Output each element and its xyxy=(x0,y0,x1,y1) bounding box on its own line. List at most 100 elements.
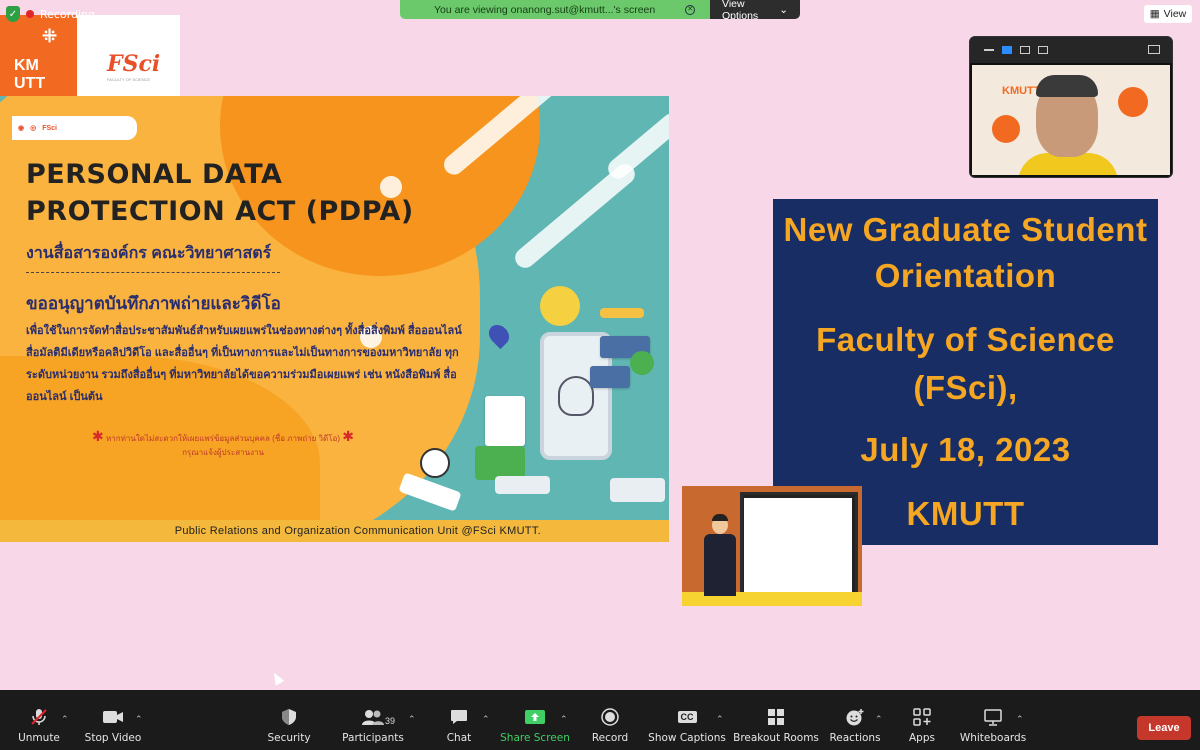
video-panel-toolbar xyxy=(970,37,1172,63)
id-card-icon xyxy=(495,476,550,494)
security-button[interactable]: Security xyxy=(264,690,314,750)
recording-dot-icon xyxy=(26,10,34,18)
presenter-illustration xyxy=(682,486,862,606)
reactions-button[interactable]: Reactions xyxy=(829,690,881,750)
fsci-logo: FSci FACULTY OF SCIENCE xyxy=(77,15,180,96)
show-captions-button[interactable]: CC Show Captions xyxy=(648,690,726,750)
apps-label: Apps xyxy=(909,732,935,744)
reactions-label: Reactions xyxy=(829,732,881,744)
stop-video-label: Stop Video xyxy=(84,732,142,744)
participant-video-feed: KMUTT xyxy=(972,65,1170,175)
expand-icon[interactable] xyxy=(1148,45,1160,54)
thumbnail-view-icon[interactable] xyxy=(1020,46,1030,54)
record-label: Record xyxy=(591,732,629,744)
chevron-up-icon[interactable]: ⌃ xyxy=(1016,714,1024,725)
breakout-rooms-button[interactable]: Breakout Rooms xyxy=(733,690,819,750)
decor-stripe xyxy=(604,109,669,183)
orientation-line2: Orientation xyxy=(874,257,1057,294)
stop-video-button[interactable]: Stop Video xyxy=(84,690,142,750)
document-illustration-icon xyxy=(590,366,630,388)
banner-close-icon[interactable]: ✕ xyxy=(685,4,696,15)
presenter-hair-icon xyxy=(712,514,728,521)
orientation-line1: New Graduate Student xyxy=(783,211,1148,248)
chevron-up-icon[interactable]: ⌃ xyxy=(61,714,69,725)
pdpa-heading: ขออนุญาตบันทึกภาพถ่ายและวิดีโอ xyxy=(26,294,281,313)
viewing-banner: You are viewing onanong.sut@kmutt...'s s… xyxy=(400,0,800,19)
view-options-label: View Options xyxy=(722,0,759,19)
leave-label: Leave xyxy=(1148,722,1180,734)
recording-indicator: ✓ Recording xyxy=(6,5,95,23)
asterisk-icon: ✱ xyxy=(92,428,104,444)
cartoon-character-icon xyxy=(420,448,450,478)
asterisk-icon: ✱ xyxy=(342,428,354,444)
university-seal-icon: ◉ xyxy=(18,125,25,132)
video-camera-icon xyxy=(102,708,124,726)
smiley-plus-icon xyxy=(844,708,866,726)
speaker-view-icon[interactable] xyxy=(1002,46,1012,54)
security-label: Security xyxy=(267,732,311,744)
whiteboards-label: Whiteboards xyxy=(959,732,1027,744)
folder-illustration-icon xyxy=(475,446,525,480)
chevron-up-icon[interactable]: ⌃ xyxy=(408,714,416,725)
apps-icon xyxy=(911,708,933,726)
captions-icon: CC xyxy=(676,708,698,726)
viewing-message: You are viewing onanong.sut@kmutt...'s s… xyxy=(400,0,710,19)
participant-hair xyxy=(1036,75,1098,97)
kmutt-logo: ⁜ KM UTT xyxy=(0,15,77,96)
minimize-icon[interactable] xyxy=(984,49,994,51)
fsci-logo-subtext: FACULTY OF SCIENCE xyxy=(107,77,151,82)
record-button[interactable]: Record xyxy=(590,690,630,750)
view-options-button[interactable]: View Options ⌄ xyxy=(710,0,800,19)
participants-label: Participants xyxy=(342,732,404,744)
background-circle xyxy=(992,115,1020,143)
chevron-up-icon[interactable]: ⌃ xyxy=(135,714,143,725)
chevron-up-icon[interactable]: ⌃ xyxy=(560,714,568,725)
record-icon xyxy=(599,708,621,726)
unmute-button[interactable]: Unmute xyxy=(14,690,64,750)
kmutt-plus-icon: ⁜ xyxy=(42,26,58,46)
whiteboard-icon xyxy=(982,708,1004,726)
document-illustration-icon xyxy=(485,396,525,446)
kmutt-logo-line1: KM xyxy=(14,57,39,74)
pdpa-subtitle: งานสื่อสารองค์กร คณะวิทยาศาสตร์ xyxy=(26,241,280,273)
mouse-cursor-icon xyxy=(269,670,285,686)
anniversary-icon: ◎ xyxy=(30,125,37,132)
shared-screen: ✓ Recording You are viewing onanong.sut@… xyxy=(0,0,1200,690)
apps-button[interactable]: Apps xyxy=(904,690,940,750)
gallery-view-icon[interactable] xyxy=(1038,46,1048,54)
pdpa-title-line2: PROTECTION ACT (PDPA) xyxy=(26,196,414,227)
chat-label: Chat xyxy=(446,732,472,744)
pdpa-title: PERSONAL DATA PROTECTION ACT (PDPA) xyxy=(26,156,414,230)
pdpa-note-line2: กรุณาแจ้งผู้ประสานงาน xyxy=(182,448,264,457)
pdpa-slide-logos: ◉ ◎ FSci xyxy=(12,116,137,140)
view-button[interactable]: ▦ View xyxy=(1144,5,1192,23)
chat-button[interactable]: Chat xyxy=(440,690,478,750)
chevron-up-icon[interactable]: ⌃ xyxy=(482,714,490,725)
chevron-up-icon[interactable]: ⌃ xyxy=(716,714,724,725)
share-screen-icon xyxy=(524,708,546,726)
share-screen-label: Share Screen xyxy=(500,732,570,744)
pdpa-note: ✱ หากท่านใดไม่สะดวกให้เผยแพร่ข้อมูลส่วนบ… xyxy=(78,429,368,460)
recording-label: Recording xyxy=(40,7,96,21)
microphone-muted-icon xyxy=(28,708,50,726)
breakout-rooms-icon xyxy=(765,708,787,726)
cartoon-body-icon xyxy=(398,472,462,512)
grid-icon: ▦ xyxy=(1149,8,1160,20)
pdpa-body: เพื่อใช้ในการจัดทำสื่อประชาสัมพันธ์สำหรั… xyxy=(26,325,462,403)
leave-button[interactable]: Leave xyxy=(1137,716,1191,740)
chat-bubble-icon xyxy=(448,708,470,726)
pdpa-slide: ◉ ◎ FSci PERSONAL DATA PROTECTION ACT (P… xyxy=(0,96,669,542)
background-circle xyxy=(1118,87,1148,117)
pdpa-footer: Public Relations and Organization Commun… xyxy=(0,520,669,542)
participants-button[interactable]: Participants xyxy=(340,690,406,750)
profile-card-icon xyxy=(610,478,665,502)
unmute-label: Unmute xyxy=(18,732,60,744)
fsci-logo-text: FSci xyxy=(107,51,161,77)
chevron-down-icon: ⌄ xyxy=(779,3,788,16)
participant-video-panel[interactable]: KMUTT xyxy=(969,36,1173,178)
orientation-line3: Faculty of Science xyxy=(816,321,1115,358)
stars-rating-icon xyxy=(600,308,644,318)
pdpa-note-line1: หากท่านใดไม่สะดวกให้เผยแพร่ข้อมูลส่วนบุค… xyxy=(105,434,341,443)
chevron-up-icon[interactable]: ⌃ xyxy=(875,714,883,725)
orientation-line5: July 18, 2023 xyxy=(860,431,1071,468)
